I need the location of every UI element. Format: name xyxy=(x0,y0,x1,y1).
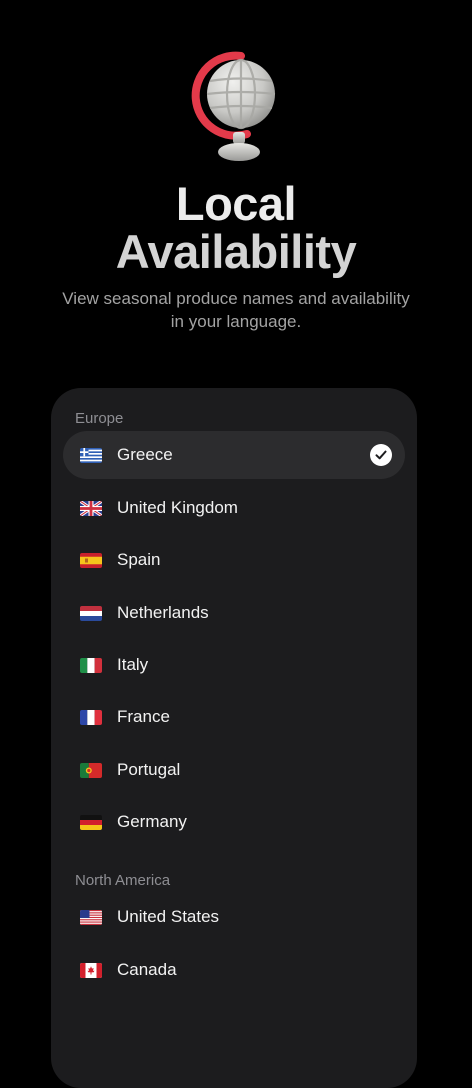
country-row-canada[interactable]: Canada xyxy=(63,946,405,994)
country-label: Netherlands xyxy=(117,603,209,622)
country-row-united-states[interactable]: United States xyxy=(63,893,405,941)
country-label: United States xyxy=(117,907,220,926)
page-title-line-2: Availability xyxy=(115,225,357,278)
page-title: Local Availability xyxy=(0,180,472,276)
germany-flag-icon xyxy=(80,814,102,830)
uk-flag-icon xyxy=(80,500,102,516)
country-label: Canada xyxy=(117,960,177,979)
canada-flag-icon xyxy=(80,962,102,978)
checkmark-icon xyxy=(370,444,392,466)
country-label: Italy xyxy=(117,655,149,674)
portugal-flag-icon xyxy=(80,762,102,778)
section-label-europe: Europe xyxy=(75,410,124,427)
netherlands-flag-icon xyxy=(80,605,102,621)
usa-flag-icon xyxy=(80,909,102,925)
section-label-north-america: North America xyxy=(75,872,171,889)
region-list-card: Europe Greece United Kingdom Spain Nethe… xyxy=(51,388,417,1088)
page-subtitle: View seasonal produce names and availabi… xyxy=(62,289,410,331)
country-label: France xyxy=(117,707,170,726)
country-label: Germany xyxy=(117,812,187,831)
country-row-greece[interactable]: Greece xyxy=(63,431,405,479)
country-row-spain[interactable]: Spain xyxy=(63,536,405,584)
page-title-line-1: Local xyxy=(175,177,297,230)
country-row-france[interactable]: France xyxy=(63,693,405,741)
globe-icon xyxy=(191,51,276,161)
country-row-italy[interactable]: Italy xyxy=(63,641,405,689)
france-flag-icon xyxy=(80,709,102,725)
italy-flag-icon xyxy=(80,657,102,673)
country-label: United Kingdom xyxy=(117,498,238,517)
country-label: Greece xyxy=(117,445,173,464)
country-row-united-kingdom[interactable]: United Kingdom xyxy=(63,484,405,532)
country-label: Portugal xyxy=(117,760,181,779)
country-row-portugal[interactable]: Portugal xyxy=(63,746,405,794)
country-label: Spain xyxy=(117,550,161,569)
country-row-germany[interactable]: Germany xyxy=(63,798,405,846)
spain-flag-icon xyxy=(80,552,102,568)
globe-illustration xyxy=(0,48,472,164)
country-row-netherlands[interactable]: Netherlands xyxy=(63,589,405,637)
greece-flag-icon xyxy=(80,447,102,463)
